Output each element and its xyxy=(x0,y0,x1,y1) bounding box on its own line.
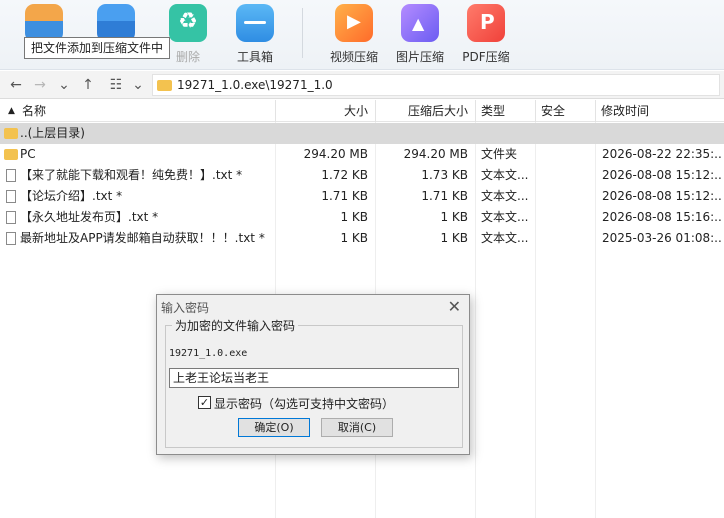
toolbar: 删除 工具箱 视频压缩 图片压缩 PDF压缩 xyxy=(0,0,724,70)
image-compress-icon xyxy=(401,4,439,42)
password-group: 为加密的文件输入密码 19271_1.0.exe 上老王论坛当老王 ✓ 显示密码… xyxy=(165,317,463,448)
cancel-button[interactable]: 取消(C) xyxy=(321,418,393,437)
row-name: 最新地址及APP请发邮箱自动获取！！！.txt * xyxy=(20,231,265,245)
archive-filename: 19271_1.0.exe xyxy=(169,348,248,359)
view-list-icon[interactable]: ☷ xyxy=(106,75,126,95)
column-header: ▲ 名称 大小 压缩后大小 类型 安全 修改时间 xyxy=(0,100,724,122)
row-name: 【论坛介绍】.txt * xyxy=(20,189,123,203)
row-packed-size: 1 KB xyxy=(440,231,468,245)
table-row[interactable]: PC 294.20 MB 294.20 MB 文件夹 2026-08-22 22… xyxy=(0,144,724,165)
text-file-icon xyxy=(6,169,16,182)
folder-icon xyxy=(157,80,172,91)
column-modified[interactable]: 修改时间 xyxy=(601,100,649,122)
row-packed-size: 1.71 KB xyxy=(421,189,468,203)
password-input[interactable]: 上老王论坛当老王 xyxy=(169,368,459,388)
row-packed-size: 1.73 KB xyxy=(421,168,468,182)
text-file-icon xyxy=(6,211,16,224)
row-modified: 2026-08-22 22:35:... xyxy=(602,147,722,161)
row-packed-size: 1 KB xyxy=(440,210,468,224)
column-type[interactable]: 类型 xyxy=(481,100,505,122)
table-row[interactable]: 最新地址及APP请发邮箱自动获取！！！.txt * 1 KB 1 KB 文本文.… xyxy=(0,228,724,249)
row-type: 文本文... xyxy=(481,231,529,245)
video-compress-label: 视频压缩 xyxy=(329,50,378,64)
row-type: 文本文... xyxy=(481,189,529,203)
column-divider[interactable] xyxy=(595,100,596,122)
row-modified: 2025-03-26 01:08:... xyxy=(602,231,722,245)
row-name: 【永久地址发布页】.txt * xyxy=(20,210,159,224)
column-name[interactable]: 名称 xyxy=(22,100,46,122)
row-modified: 2026-08-08 15:12:... xyxy=(602,189,722,203)
pdf-compress-button[interactable]: PDF压缩 xyxy=(456,0,516,70)
video-compress-icon xyxy=(335,4,373,42)
pdf-compress-icon xyxy=(467,4,505,42)
image-compress-label: 图片压缩 xyxy=(395,50,444,64)
row-modified: 2026-08-08 15:16:... xyxy=(602,210,722,224)
forward-arrow-icon[interactable]: → xyxy=(30,75,50,95)
back-arrow-icon[interactable]: ← xyxy=(6,75,26,95)
row-size: 1.71 KB xyxy=(321,189,368,203)
delete-button[interactable]: 删除 xyxy=(158,0,218,70)
toolbar-separator xyxy=(302,8,303,58)
column-security[interactable]: 安全 xyxy=(541,100,565,122)
toolbox-icon xyxy=(236,4,274,42)
group-label: 为加密的文件输入密码 xyxy=(172,317,299,334)
show-password-label: 显示密码（勾选可支持中文密码） xyxy=(214,397,395,411)
table-row[interactable]: 【论坛介绍】.txt * 1.71 KB 1.71 KB 文本文... 2026… xyxy=(0,186,724,207)
column-divider[interactable] xyxy=(475,100,476,122)
up-arrow-icon[interactable]: ↑ xyxy=(78,75,98,95)
add-to-archive-button[interactable] xyxy=(14,0,74,70)
toolbox-label: 工具箱 xyxy=(236,50,273,64)
extract-button[interactable] xyxy=(86,0,146,70)
text-file-icon xyxy=(6,190,16,203)
address-bar: ← → ⌄ ↑ ☷ ⌄ 19271_1.0.exe\19271_1.0 xyxy=(0,71,724,99)
row-type: 文件夹 xyxy=(481,147,518,161)
column-packed-size[interactable]: 压缩后大小 xyxy=(376,100,468,122)
dialog-title: 输入密码 xyxy=(161,301,210,315)
table-row[interactable]: 【来了就能下载和观看！纯免费！】.txt * 1.72 KB 1.73 KB 文… xyxy=(0,165,724,186)
row-name: ..(上层目录) xyxy=(20,126,85,140)
parent-dir-row[interactable]: ..(上层目录) xyxy=(0,123,724,144)
toolbox-button[interactable]: 工具箱 xyxy=(225,0,285,70)
row-name: 【来了就能下载和观看！纯免费！】.txt * xyxy=(20,168,243,182)
sort-up-icon: ▲ xyxy=(8,106,15,116)
row-size: 1 KB xyxy=(340,231,368,245)
pdf-compress-label: PDF压缩 xyxy=(462,50,510,64)
column-divider[interactable] xyxy=(535,100,536,122)
column-size[interactable]: 大小 xyxy=(276,100,368,122)
row-size: 1.72 KB xyxy=(321,168,368,182)
image-compress-button[interactable]: 图片压缩 xyxy=(390,0,450,70)
path-field[interactable]: 19271_1.0.exe\19271_1.0 xyxy=(152,74,720,96)
ok-button[interactable]: 确定(O) xyxy=(238,418,310,437)
history-chevron-down-icon[interactable]: ⌄ xyxy=(54,75,74,95)
close-icon[interactable]: ✕ xyxy=(448,297,461,316)
table-row[interactable]: 【永久地址发布页】.txt * 1 KB 1 KB 文本文... 2026-08… xyxy=(0,207,724,228)
row-type: 文本文... xyxy=(481,210,529,224)
add-tooltip: 把文件添加到压缩文件中 xyxy=(24,37,171,59)
row-size: 1 KB xyxy=(340,210,368,224)
password-dialog: 输入密码 ✕ 为加密的文件输入密码 19271_1.0.exe 上老王论坛当老王… xyxy=(156,294,470,455)
row-modified: 2026-08-08 15:12:... xyxy=(602,168,722,182)
recycle-icon xyxy=(169,4,207,42)
folder-icon xyxy=(4,128,18,139)
path-text: 19271_1.0.exe\19271_1.0 xyxy=(177,78,333,92)
show-password-checkbox[interactable]: ✓ xyxy=(198,396,211,409)
folder-icon xyxy=(4,149,18,160)
view-chevron-down-icon[interactable]: ⌄ xyxy=(128,75,148,95)
video-compress-button[interactable]: 视频压缩 xyxy=(324,0,384,70)
row-type: 文本文... xyxy=(481,168,529,182)
text-file-icon xyxy=(6,232,16,245)
row-size: 294.20 MB xyxy=(303,147,368,161)
row-packed-size: 294.20 MB xyxy=(403,147,468,161)
row-name: PC xyxy=(20,147,36,161)
